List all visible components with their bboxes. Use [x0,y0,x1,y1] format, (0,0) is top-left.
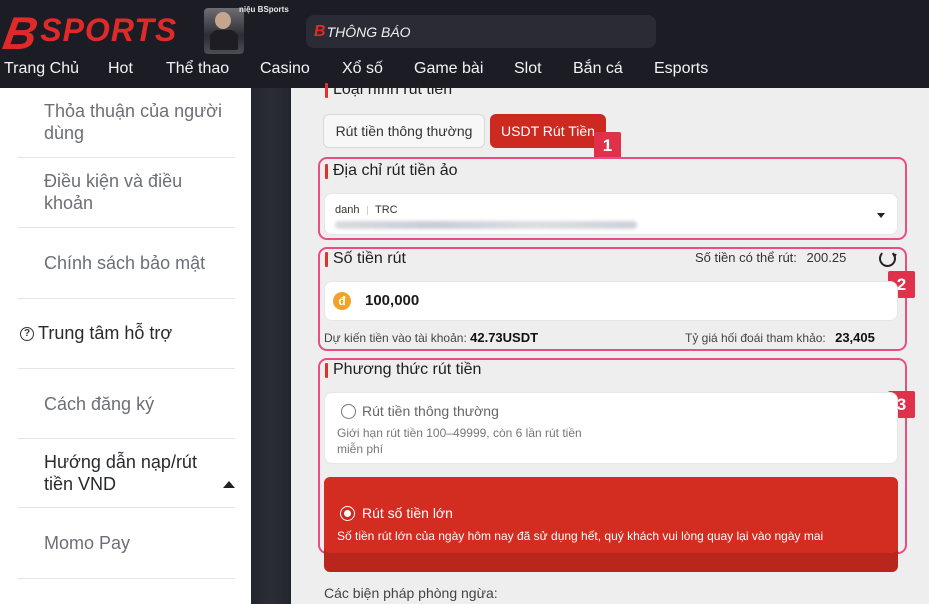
expected-label: Dự kiến tiền vào tài khoản: [324,331,467,345]
withdraw-panel: Loại hình rút tiền Rút tiền thông thường… [291,81,929,604]
notice-text: THÔNG BÁO [326,23,411,40]
nav-casino[interactable]: Casino [260,60,310,78]
nav-hot[interactable]: Hot [108,60,133,78]
notice-bar[interactable]: B THÔNG BÁO [306,15,656,48]
expected-amount: Dự kiến tiền vào tài khoản: 42.73USDT [324,330,538,345]
tab-usdt-withdraw[interactable]: USDT Rút Tiền [490,114,606,148]
method-option-large[interactable]: Rút số tiền lớn Số tiền rút lớn của ngày… [324,477,898,553]
withdraw-type-title: Loại hình rút tiền [324,81,453,98]
precautions-title: Các biện pháp phòng ngừa: [324,585,498,601]
notice-b-icon: B [314,22,326,40]
sidebar-item-label: Hướng dẫn nạp/rút tiền VND [44,452,197,494]
logo-b: B [0,7,43,59]
amount-title: Số tiền rút [325,250,406,267]
virtual-address-title: Địa chỉ rút tiền ảo [325,162,458,179]
nav-lottery[interactable]: Xổ số [342,60,383,78]
available-amount: Số tiền có thể rút: 200.25 [695,250,846,265]
sidebar-item-momo-pay[interactable]: Momo Pay [18,532,235,579]
address-label: danh [335,204,360,216]
sidebar-item-support-center[interactable]: ? Trung tâm hỗ trợ [18,322,235,369]
coin-icon: đ [333,292,351,310]
nav-card-games[interactable]: Game bài [414,60,483,78]
method-title: Phương thức rút tiền [324,361,482,378]
address-network: TRC [375,204,398,216]
tab-normal-withdraw[interactable]: Rút tiền thông thường [323,114,485,148]
sidebar-item-user-agreement[interactable]: Thỏa thuận của người dùng [18,100,235,158]
step-badge-1: 1 [594,132,621,159]
sidebar-item-vnd-guide[interactable]: Hướng dẫn nạp/rút tiền VND [18,451,235,508]
rate-label: Tỷ giá hối đoái tham khảo: [685,331,826,345]
method-option-normal[interactable]: Rút tiền thông thường Giới hạn rút tiền … [324,392,898,464]
sidebar-item-label: Trung tâm hỗ trợ [38,323,173,343]
address-select[interactable]: danh TRC [324,193,898,235]
method-large-label: Rút số tiền lớn [362,505,453,521]
sidebar-item-label: Cách đăng ký [44,394,155,414]
method-normal-label: Rút tiền thông thường [362,403,499,419]
bsports-logo[interactable]: BSPORTS [0,7,178,59]
site-header: BSPORTS niệu BSports B THÔNG BÁO [0,0,929,59]
ambassador-text: niệu BSports [239,5,289,14]
nav-home[interactable]: Trang Chủ [4,60,79,78]
sidebar-item-terms[interactable]: Điều kiện và điều khoản [18,170,235,228]
refresh-icon[interactable] [879,250,896,267]
nav-sports[interactable]: Thể thao [166,60,229,78]
expected-value: 42.73USDT [470,330,539,345]
ambassador-photo [204,8,244,54]
sidebar-item-label: Thỏa thuận của người dùng [44,101,222,143]
available-label: Số tiền có thể rút: [695,250,797,265]
method-large-desc: Số tiền rút lớn của ngày hôm nay đã sử d… [337,529,824,543]
nav-slot[interactable]: Slot [514,60,542,78]
available-value: 200.25 [806,250,847,265]
rate-value: 23,405 [835,330,875,345]
background-strip [251,88,291,604]
caret-up-icon [223,481,235,488]
amount-input[interactable]: đ 100,000 [324,281,898,321]
sidebar-item-privacy[interactable]: Chính sách bảo mật [18,252,235,299]
help-sidebar: Thỏa thuận của người dùng Điều kiện và đ… [0,88,251,604]
blurred-wallet-address [335,221,637,229]
radio-large-selected[interactable] [340,506,355,521]
method-normal-desc: Giới hạn rút tiền 100–49999, còn 6 lần r… [337,426,582,456]
nav-esports[interactable]: Esports [654,60,708,78]
amount-value: 100,000 [365,292,420,309]
exchange-rate: Tỷ giá hối đoái tham khảo: 23,405 [685,330,875,345]
address-divider [367,206,368,215]
chevron-down-icon [877,213,885,218]
sidebar-item-label: Chính sách bảo mật [44,253,206,273]
radio-normal[interactable] [341,404,356,419]
logo-sports: SPORTS [40,12,178,48]
nav-fishing[interactable]: Bắn cá [573,60,623,78]
sidebar-item-label: Momo Pay [44,533,131,553]
sidebar-item-register-guide[interactable]: Cách đăng ký [18,393,235,439]
question-circle-icon: ? [20,327,34,341]
main-nav: Trang Chủ Hot Thể thao Casino Xổ số Game… [0,58,929,88]
sidebar-item-label: Điều kiện và điều khoản [44,171,183,213]
